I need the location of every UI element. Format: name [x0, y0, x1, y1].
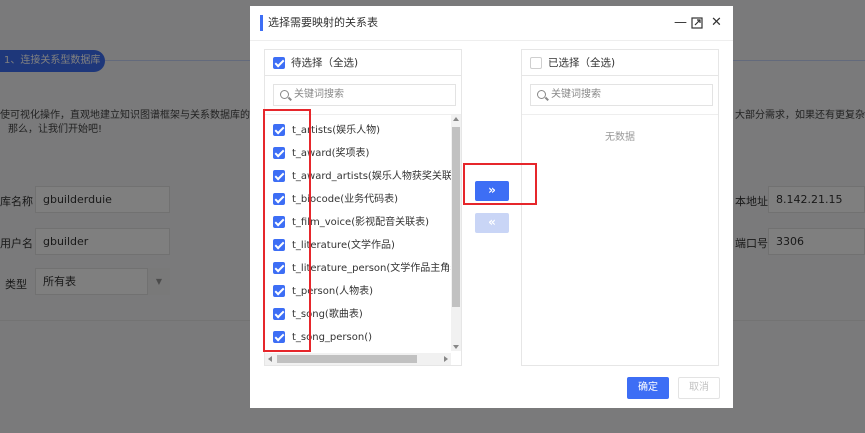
- item-checkbox[interactable]: [273, 262, 285, 274]
- item-label: t_award(奖项表): [292, 148, 370, 159]
- target-panel-header: 已选择（全选): [522, 50, 718, 76]
- move-right-button[interactable]: »: [475, 181, 509, 201]
- list-item[interactable]: t_biocode(业务代码表): [265, 188, 451, 211]
- target-panel: 已选择（全选) 关键词搜索 无数据: [521, 49, 719, 366]
- search-placeholder: 关键词搜索: [551, 89, 601, 100]
- scroll-right-icon[interactable]: [444, 356, 448, 362]
- item-label: t_song_person(): [292, 332, 373, 343]
- item-checkbox[interactable]: [273, 170, 285, 182]
- panel-divider: [265, 114, 461, 115]
- item-label: t_award_artists(娱乐人物获奖关联表): [292, 171, 462, 182]
- source-search-input[interactable]: 关键词搜索: [273, 84, 456, 106]
- search-placeholder: 关键词搜索: [294, 89, 344, 100]
- list-item[interactable]: t_song_person(): [265, 326, 451, 349]
- item-checkbox[interactable]: [273, 193, 285, 205]
- item-checkbox[interactable]: [273, 216, 285, 228]
- item-label: t_literature_person(文学作品主角表): [292, 263, 462, 274]
- horizontal-scrollbar[interactable]: [265, 353, 451, 365]
- source-panel-header: 待选择（全选): [265, 50, 461, 76]
- item-label: t_film_voice(影视配音关联表): [292, 217, 430, 228]
- list-item[interactable]: t_person(人物表): [265, 280, 451, 303]
- list-item[interactable]: t_film_voice(影视配音关联表): [265, 211, 451, 234]
- vertical-scrollbar[interactable]: [451, 115, 461, 351]
- item-checkbox[interactable]: [273, 331, 285, 343]
- target-panel-title: 已选择（全选): [548, 57, 616, 69]
- item-checkbox[interactable]: [273, 239, 285, 251]
- list-item[interactable]: t_song(歌曲表): [265, 303, 451, 326]
- scroll-down-icon[interactable]: [453, 345, 459, 349]
- scrollbar-thumb[interactable]: [277, 355, 417, 363]
- list-item[interactable]: t_award_artists(娱乐人物获奖关联表): [265, 165, 461, 188]
- source-panel: 待选择（全选) 关键词搜索 t_artists(娱乐人物) t_award(奖项…: [264, 49, 462, 366]
- item-checkbox[interactable]: [273, 124, 285, 136]
- maximize-icon[interactable]: [691, 15, 703, 34]
- list-item[interactable]: t_literature_person(文学作品主角表): [265, 257, 461, 280]
- search-icon: [537, 90, 546, 99]
- item-checkbox[interactable]: [273, 285, 285, 297]
- table-mapping-dialog: 选择需要映射的关系表 — ✕ 待选择（全选) 关键词搜索 t_artists(娱…: [250, 6, 733, 408]
- empty-state: 无数据: [605, 132, 635, 143]
- item-label: t_artists(娱乐人物): [292, 125, 381, 136]
- scroll-left-icon[interactable]: [268, 356, 272, 362]
- minimize-icon[interactable]: —: [674, 15, 687, 31]
- scroll-up-icon[interactable]: [453, 117, 459, 121]
- item-label: t_song(歌曲表): [292, 309, 363, 320]
- source-select-all-checkbox[interactable]: [273, 57, 285, 69]
- header-divider: [250, 40, 733, 41]
- target-select-all-checkbox[interactable]: [530, 57, 542, 69]
- item-checkbox[interactable]: [273, 147, 285, 159]
- list-item[interactable]: t_artists(娱乐人物): [265, 119, 451, 142]
- panel-divider: [522, 114, 718, 115]
- item-label: t_biocode(业务代码表): [292, 194, 399, 205]
- close-icon[interactable]: ✕: [711, 15, 722, 31]
- target-search-input[interactable]: 关键词搜索: [530, 84, 713, 106]
- item-checkbox[interactable]: [273, 308, 285, 320]
- scrollbar-thumb[interactable]: [452, 127, 460, 307]
- item-label: t_person(人物表): [292, 286, 374, 297]
- source-panel-title: 待选择（全选): [291, 57, 359, 69]
- move-left-button[interactable]: «: [475, 213, 509, 233]
- search-icon: [280, 90, 289, 99]
- dialog-title: 选择需要映射的关系表: [260, 15, 378, 31]
- confirm-button[interactable]: 确定: [627, 377, 669, 399]
- list-item[interactable]: t_literature(文学作品): [265, 234, 451, 257]
- cancel-button[interactable]: 取消: [678, 377, 720, 399]
- item-label: t_literature(文学作品): [292, 240, 395, 251]
- list-item[interactable]: t_award(奖项表): [265, 142, 451, 165]
